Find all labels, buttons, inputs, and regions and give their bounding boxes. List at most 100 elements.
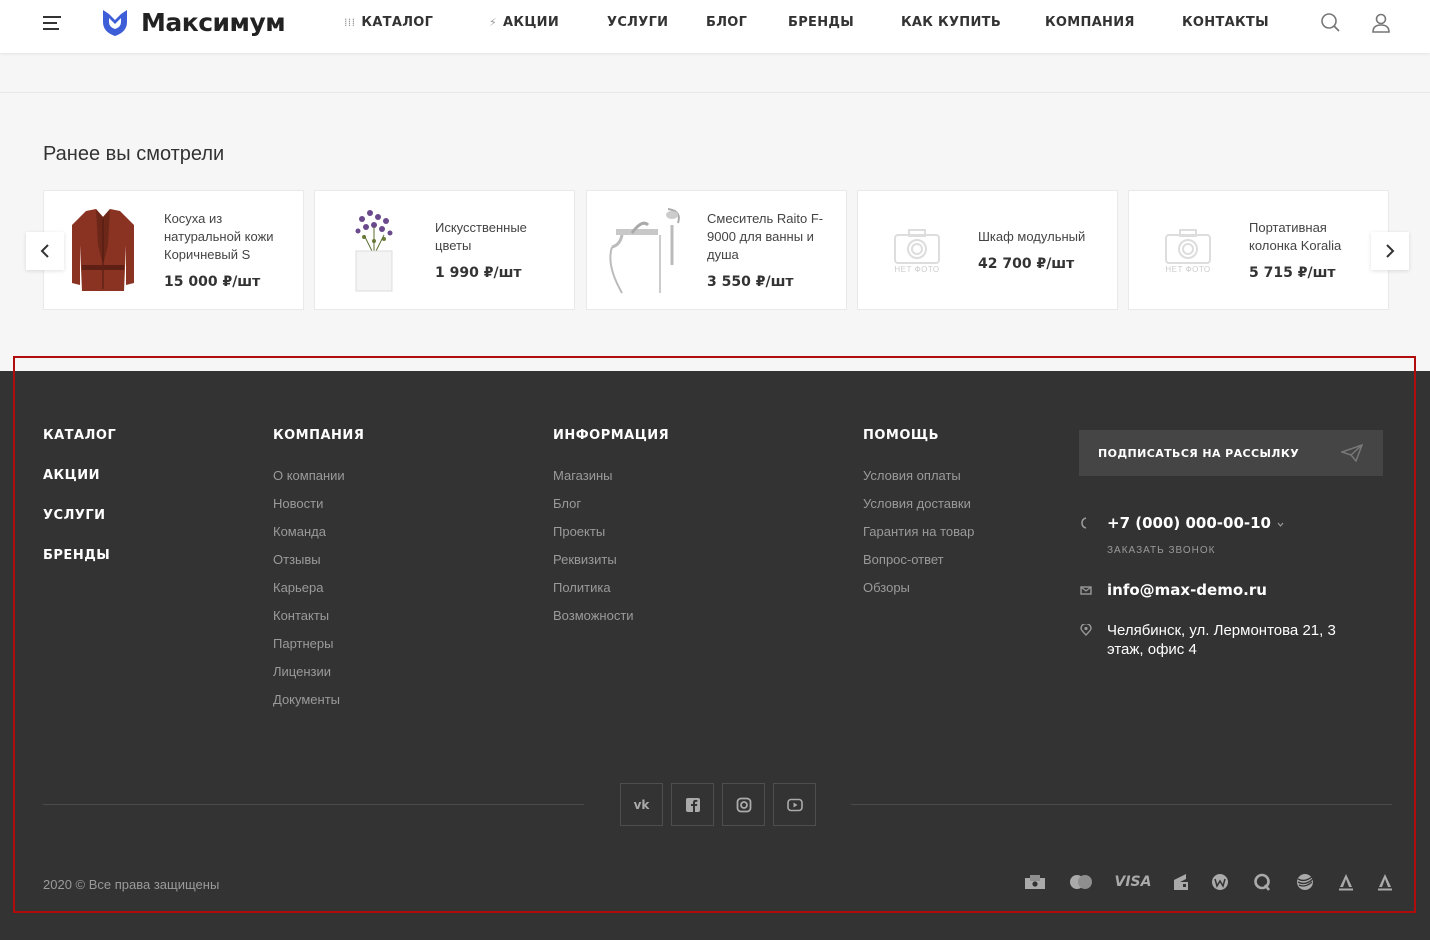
product-image: НЕТ ФОТО <box>872 205 962 295</box>
footer-link-policy[interactable]: Политика <box>553 580 611 595</box>
footer-info-heading[interactable]: ИНФОРМАЦИЯ <box>553 428 669 443</box>
product-price: 42 700 ₽/шт <box>978 256 1075 272</box>
nav-company[interactable]: КОМПАНИЯ <box>1045 15 1135 30</box>
grid-icon: ⁞⁞⁞ <box>344 16 356 29</box>
nav-catalog[interactable]: ⁞⁞⁞ КАТАЛОГ <box>344 15 433 30</box>
instagram-icon[interactable] <box>722 783 765 826</box>
footer-link-features[interactable]: Возможности <box>553 608 634 623</box>
mastercard-icon <box>1068 872 1094 892</box>
sberbank-icon <box>1294 872 1316 892</box>
chevron-left-icon <box>40 244 49 258</box>
footer-divider-right <box>851 804 1392 805</box>
footer-link-delivery[interactable]: Условия доставки <box>863 496 971 511</box>
chevron-down-icon[interactable] <box>1277 522 1284 527</box>
footer-link-payment[interactable]: Условия оплаты <box>863 468 961 483</box>
alfa-bank-icon <box>1337 872 1355 892</box>
chevron-right-icon <box>1386 244 1395 258</box>
main-nav: ⁞⁞⁞ КАТАЛОГ ⚡ АКЦИИ УСЛУГИ БЛОГ БРЕНДЫ КАК… <box>0 0 1430 53</box>
product-name: Портативная колонка Koralia <box>1249 220 1342 253</box>
footer-link-reviews[interactable]: Отзывы <box>273 552 321 567</box>
product-card[interactable]: Косуха из натуральной кожи Коричневый S … <box>43 190 304 310</box>
footer-brands-link[interactable]: БРЕНДЫ <box>43 548 110 563</box>
nav-contacts[interactable]: КОНТАКТЫ <box>1182 15 1269 30</box>
footer-link-faq[interactable]: Вопрос-ответ <box>863 552 944 567</box>
user-icon[interactable] <box>1370 12 1392 34</box>
carousel-next-button[interactable] <box>1371 232 1409 270</box>
product-image <box>58 205 148 295</box>
product-card[interactable]: Смеситель Raito F-9000 для ванны и душа … <box>586 190 847 310</box>
nav-how-to-buy[interactable]: КАК КУПИТЬ <box>901 15 1001 30</box>
footer-catalog-link[interactable]: КАТАЛОГ <box>43 428 116 443</box>
address-line-1: Челябинск, ул. Лермонтова 21, 3 <box>1107 622 1336 639</box>
nav-sales[interactable]: ⚡ АКЦИИ <box>489 15 559 30</box>
product-image <box>329 205 419 295</box>
recently-viewed-title: Ранее вы смотрели <box>43 143 225 165</box>
footer-link-blog[interactable]: Блог <box>553 496 581 511</box>
product-card[interactable]: Искусственные цветы 1 990 ₽/шт <box>314 190 575 310</box>
footer-link-licenses[interactable]: Лицензии <box>273 664 331 679</box>
product-card[interactable]: НЕТ ФОТО Шкаф модульный 42 700 ₽/шт <box>857 190 1118 310</box>
camera-icon <box>894 228 940 264</box>
no-photo-label: НЕТ ФОТО <box>1165 264 1211 274</box>
footer-help-heading[interactable]: ПОМОЩЬ <box>863 428 939 443</box>
footer-link-requisites[interactable]: Реквизиты <box>553 552 617 567</box>
search-icon[interactable] <box>1320 12 1342 34</box>
footer-link-documents[interactable]: Документы <box>273 692 340 707</box>
footer-link-warranty[interactable]: Гарантия на товар <box>863 524 974 539</box>
footer-link-news[interactable]: Новости <box>273 496 323 511</box>
carousel-prev-button[interactable] <box>26 232 64 270</box>
footer-sales-link[interactable]: АКЦИИ <box>43 468 100 483</box>
product-image: НЕТ ФОТО <box>1143 205 1233 295</box>
address: Челябинск, ул. Лермонтова 21, 3 этаж, оф… <box>1107 621 1336 659</box>
footer-link-team[interactable]: Команда <box>273 524 326 539</box>
footer-link-career[interactable]: Карьера <box>273 580 324 595</box>
section-divider <box>0 92 1430 93</box>
visa-icon: VISA <box>1114 874 1152 890</box>
subscribe-label: ПОДПИСАТЬСЯ НА РАССЫЛКУ <box>1098 446 1300 460</box>
address-line-2: этаж, офис 4 <box>1107 641 1197 658</box>
footer-link-projects[interactable]: Проекты <box>553 524 605 539</box>
callback-link[interactable]: ЗАКАЗАТЬ ЗВОНОК <box>1107 545 1215 556</box>
nav-blog[interactable]: БЛОГ <box>706 15 747 30</box>
product-name: Шкаф модульный <box>978 229 1086 244</box>
product-image <box>601 205 691 295</box>
nav-services[interactable]: УСЛУГИ <box>607 15 668 30</box>
nav-brands[interactable]: БРЕНДЫ <box>788 15 854 30</box>
product-card[interactable]: НЕТ ФОТО Портативная колонка Koralia 5 7… <box>1128 190 1389 310</box>
location-pin-icon <box>1080 624 1092 636</box>
mail-icon <box>1080 586 1092 595</box>
recently-viewed-carousel: Косуха из натуральной кожи Коричневый S … <box>43 190 1390 310</box>
camera-icon <box>1165 228 1211 264</box>
product-name: Косуха из натуральной кожи Коричневый S <box>164 211 274 262</box>
nav-catalog-label: КАТАЛОГ <box>361 15 434 30</box>
youtube-icon[interactable] <box>773 783 816 826</box>
footer-divider-left <box>43 804 584 805</box>
email-address[interactable]: info@max-demo.ru <box>1107 581 1267 600</box>
product-price: 15 000 ₽/шт <box>164 274 261 290</box>
vk-icon[interactable]: vk <box>620 783 663 826</box>
footer-email-row: info@max-demo.ru <box>1080 581 1267 600</box>
footer-services-link[interactable]: УСЛУГИ <box>43 508 106 523</box>
product-price: 1 990 ₽/шт <box>435 265 522 281</box>
footer-link-partners[interactable]: Партнеры <box>273 636 333 651</box>
cash-icon <box>1024 872 1046 892</box>
lightning-icon: ⚡ <box>489 16 498 29</box>
subscribe-button[interactable]: ПОДПИСАТЬСЯ НА РАССЫЛКУ <box>1079 430 1383 476</box>
copyright-text: 2020 © Все права защищены <box>43 877 220 892</box>
product-price: 5 715 ₽/шт <box>1249 265 1336 281</box>
nav-sales-label: АКЦИИ <box>503 15 560 30</box>
product-name: Смеситель Raito F-9000 для ванны и душа <box>707 211 824 262</box>
footer-link-stores[interactable]: Магазины <box>553 468 613 483</box>
no-photo-label: НЕТ ФОТО <box>894 264 940 274</box>
site-header: Максимум ⁞⁞⁞ КАТАЛОГ ⚡ АКЦИИ УСЛУГИ БЛОГ Б… <box>0 0 1430 53</box>
footer-link-about[interactable]: О компании <box>273 468 345 483</box>
phone-number[interactable]: +7 (000) 000-00-10 <box>1107 514 1271 533</box>
footer-link-contacts[interactable]: Контакты <box>273 608 329 623</box>
facebook-icon[interactable] <box>671 783 714 826</box>
footer-address-row: Челябинск, ул. Лермонтова 21, 3 этаж, оф… <box>1080 621 1336 659</box>
phone-icon <box>1081 517 1087 529</box>
footer-company-heading[interactable]: КОМПАНИЯ <box>273 428 364 443</box>
product-name: Искусственные цветы <box>435 220 527 253</box>
footer-link-reviews-help[interactable]: Обзоры <box>863 580 910 595</box>
footer-phone-row: +7 (000) 000-00-10 <box>1080 514 1284 533</box>
